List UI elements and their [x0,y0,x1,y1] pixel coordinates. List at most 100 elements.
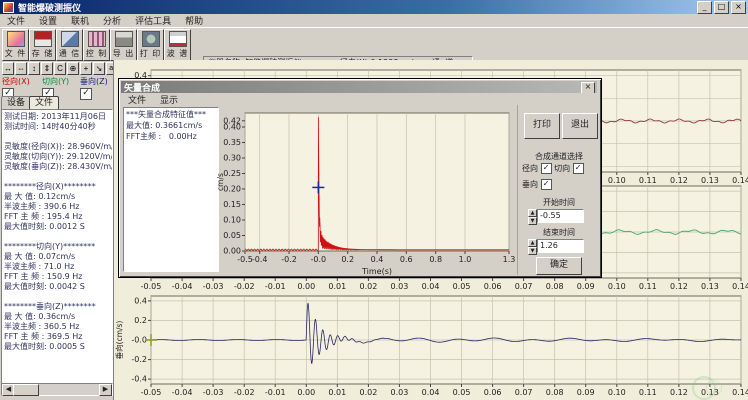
svg-text:-0.04: -0.04 [172,282,193,290]
svg-text:0.14: 0.14 [732,282,748,290]
svg-text:-0.5: -0.5 [237,255,253,264]
dialog-menu-display[interactable]: 显示 [153,93,185,106]
svg-text:0.00: 0.00 [297,388,315,397]
zoom-icon[interactable]: ⊕ [67,62,79,75]
menu-help[interactable]: 帮助 [178,14,210,27]
menu-settings[interactable]: 设置 [32,14,64,27]
svg-text:0.6: 0.6 [400,255,413,264]
end-time-up-icon[interactable]: ▲ [528,239,537,247]
svg-text:-0.03: -0.03 [203,282,224,290]
svg-text:0.4: 0.4 [371,255,384,264]
vector-radial-checkbox[interactable]: ✓ [541,163,552,174]
svg-text:0.10: 0.10 [608,388,626,397]
svg-text:-0.05: -0.05 [141,282,162,290]
menu-file[interactable]: 文件 [0,14,32,27]
svg-text:0.40: 0.40 [223,123,241,132]
svg-text:0.25: 0.25 [223,169,241,178]
window-title: 智能爆破测振仪 [18,1,81,14]
start-time-value[interactable]: -0.55 [537,209,584,223]
dialog-title-bar[interactable]: 矢量合成 × [121,81,597,93]
save-toolbar-button[interactable]: 存 储 [29,29,56,61]
svg-text:0.2: 0.2 [134,316,147,325]
scroll-right-icon[interactable]: ▶ [99,384,112,396]
h-compress-icon[interactable]: ⇔ [15,62,27,75]
start-time-spinner[interactable]: ▲▼ -0.55 [528,209,584,223]
vertical-checkbox[interactable]: ✓ [80,88,92,100]
svg-text:-0.0: -0.0 [131,336,147,345]
channel-select-title: 合成通道选择 [518,151,600,162]
svg-text:0.04: 0.04 [422,388,440,397]
svg-text:0.01: 0.01 [328,388,346,397]
print-button[interactable]: 打印 [524,113,560,139]
menu-analysis[interactable]: 分析 [96,14,128,27]
end-time-value[interactable]: 1.26 [537,239,584,253]
svg-text:-0.4: -0.4 [252,255,268,264]
svg-text:-0.03: -0.03 [203,388,224,397]
ok-button[interactable]: 确定 [536,257,582,275]
svg-text:-0.01: -0.01 [265,282,286,290]
pan-icon[interactable]: ↘ [93,62,105,75]
vector-synthesis-dialog: 矢量合成 × 文件 显示 ***矢量合成特征值*** 最大值: 0.3661cm… [118,78,602,278]
reset-icon[interactable]: C [54,62,66,75]
svg-text:1.3: 1.3 [503,255,516,264]
svg-text:cm/s: cm/s [216,173,225,191]
v-expand-icon[interactable]: ↕ [28,62,40,75]
svg-text:0.13: 0.13 [701,282,719,290]
svg-text:0.06: 0.06 [484,388,502,397]
start-time-down-icon[interactable]: ▼ [528,217,537,225]
tab-file[interactable]: 文件 [29,96,59,110]
svg-text:-0.02: -0.02 [234,388,255,397]
minimize-button[interactable]: _ [697,1,712,14]
vector-feature-values: ***矢量合成特征值*** 最大值: 0.3661cm/s FFT主频 : 0.… [123,107,219,272]
scroll-thumb[interactable] [13,384,39,396]
close-button[interactable]: × [731,1,746,14]
exit-button[interactable]: 退出 [562,113,598,139]
control-icon [88,31,106,47]
export-toolbar-button[interactable]: 导 出 [110,29,137,61]
svg-text:0.15: 0.15 [223,200,241,209]
info-list-hscrollbar[interactable]: ◀ ▶ [1,383,113,396]
svg-text:0.09: 0.09 [577,388,595,397]
end-time-down-icon[interactable]: ▼ [528,247,537,255]
vector-composite-chart[interactable]: -0.5-0.4-0.2-0.00.20.40.60.81.01.30.420.… [215,105,519,277]
svg-text:0.11: 0.11 [639,388,657,397]
svg-text:0.07: 0.07 [515,282,533,290]
vector-tangential-checkbox[interactable]: ✓ [573,163,584,174]
vector-vertical-checkbox[interactable]: ✓ [541,179,552,190]
vector-radial-toggle: 径向 ✓ 切向 ✓ [518,163,604,174]
v-compress-icon[interactable]: ⇕ [41,62,53,75]
svg-text:0.20: 0.20 [223,185,241,194]
menu-online[interactable]: 联机 [64,14,96,27]
communication-icon [61,31,79,47]
vertical-waveform-chart[interactable]: -0.05-0.04-0.03-0.02-0.010.000.010.020.0… [114,290,748,400]
svg-text:-0.04: -0.04 [172,388,193,397]
svg-text:0.09: 0.09 [577,282,595,290]
menu-bar: 文件 设置 联机 分析 评估工具 帮助 [0,14,748,27]
svg-text:0.07: 0.07 [515,388,533,397]
svg-text:0.02: 0.02 [359,388,377,397]
svg-text:0.14: 0.14 [732,388,748,397]
start-time-up-icon[interactable]: ▲ [528,209,537,217]
move-icon[interactable]: + [80,62,92,75]
svg-text:-0.02: -0.02 [234,282,255,290]
maximize-button[interactable]: □ [714,1,729,14]
h-expand-icon[interactable]: ↔ [2,62,14,75]
communication-toolbar-button[interactable]: 通 信 [56,29,83,61]
end-time-label: 结束时间 [518,227,600,238]
print-toolbar-button[interactable]: 打 印 [137,29,164,61]
control-toolbar-button[interactable]: 控 制 [83,29,110,61]
svg-text:0.08: 0.08 [546,388,564,397]
svg-text:0.04: 0.04 [422,282,440,290]
save-icon [34,31,52,47]
file-toolbar-button[interactable]: 文 件 [2,29,29,61]
svg-text:0.05: 0.05 [223,231,241,240]
dialog-menu-bar: 文件 显示 [121,93,597,105]
end-time-spinner[interactable]: ▲▼ 1.26 [528,239,584,253]
svg-text:0.01: 0.01 [328,282,346,290]
spectrum-toolbar-button[interactable]: 波 谱 [164,29,191,61]
tab-device[interactable]: 设备 [1,96,31,110]
svg-text:0.30: 0.30 [223,154,241,163]
toolbar: 文 件 存 储 通 信 控 制 导 出 打 印 波 谱 仪器名称: 智能爆破测振… [0,27,748,61]
dialog-menu-file[interactable]: 文件 [121,93,153,106]
menu-eval-tools[interactable]: 评估工具 [128,14,178,27]
